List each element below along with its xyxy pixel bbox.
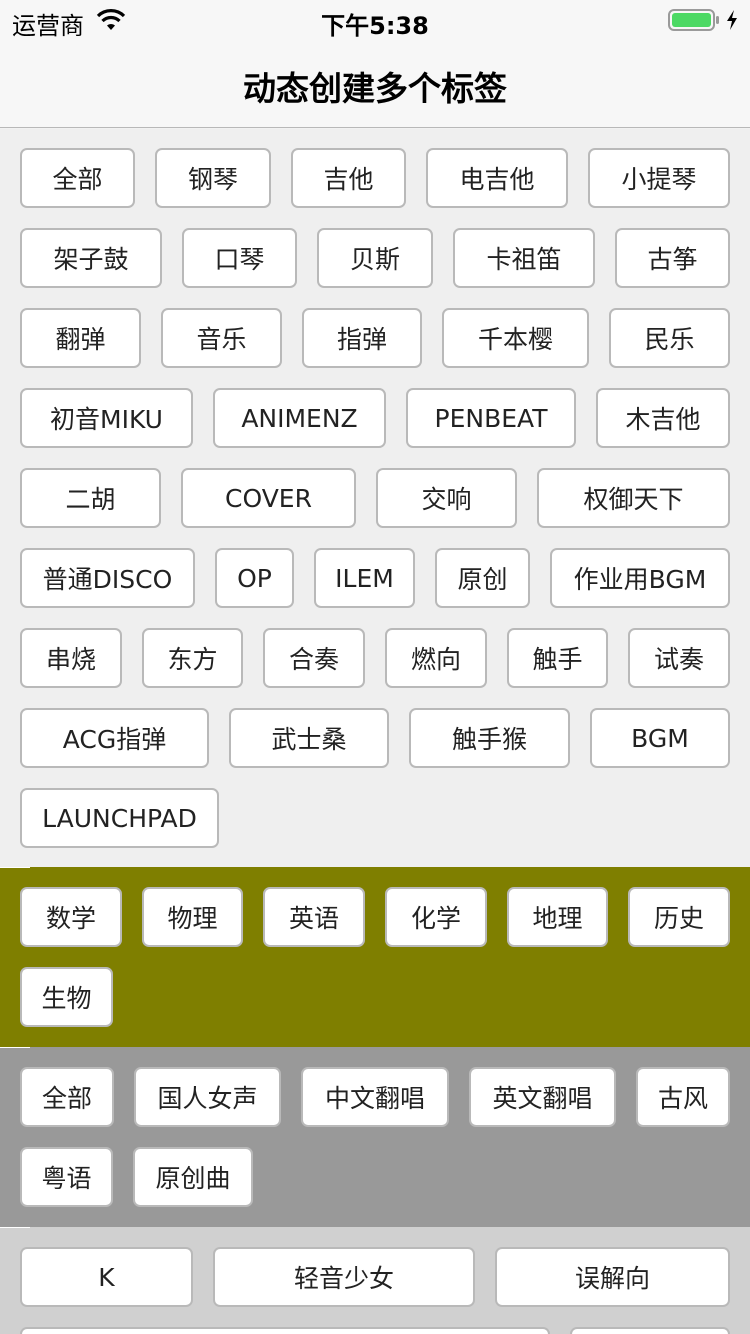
- tag-button[interactable]: 武士桑: [229, 708, 389, 768]
- tag-button[interactable]: 权御天下: [537, 468, 730, 528]
- tag-button[interactable]: K: [20, 1247, 193, 1307]
- tag-button[interactable]: 原创曲: [133, 1147, 253, 1207]
- page-title: 动态创建多个标签: [243, 69, 507, 108]
- tag-button[interactable]: 燃向: [385, 628, 487, 688]
- tag-button[interactable]: 触手猴: [409, 708, 570, 768]
- tag-button[interactable]: 触手: [507, 628, 608, 688]
- tag-button[interactable]: 轻音少女: [213, 1247, 475, 1307]
- tag-button[interactable]: 翻弹: [20, 308, 141, 368]
- status-time: 下午5:38: [321, 12, 429, 40]
- tag-button[interactable]: ACG指弹: [20, 708, 209, 768]
- tag-button[interactable]: 古风: [636, 1067, 730, 1127]
- tag-button[interactable]: 电吉他: [426, 148, 568, 208]
- tag-button[interactable]: [20, 1327, 550, 1334]
- tag-button[interactable]: 二胡: [20, 468, 161, 528]
- tag-button[interactable]: 合奏: [263, 628, 365, 688]
- navigation-bar: 动态创建多个标签: [0, 42, 750, 128]
- tag-button[interactable]: 贝斯: [317, 228, 433, 288]
- tag-button[interactable]: 初音MIKU: [20, 388, 193, 448]
- tag-section-subjects: 数学 物理 英语 化学 地理 历史 生物: [0, 867, 750, 1047]
- tag-button[interactable]: 民乐: [609, 308, 730, 368]
- section-divider: [0, 1227, 30, 1228]
- tag-button[interactable]: 串烧: [20, 628, 122, 688]
- tag-button[interactable]: 中文翻唱: [301, 1067, 449, 1127]
- tag-button[interactable]: OP: [215, 548, 294, 608]
- tag-button[interactable]: 木吉他: [596, 388, 730, 448]
- tag-button[interactable]: 粤语: [20, 1147, 113, 1207]
- tag-button[interactable]: 国人女声: [134, 1067, 281, 1127]
- status-bar: 运营商 下午5:38: [0, 0, 750, 42]
- section-divider: [0, 867, 30, 868]
- tag-button[interactable]: 东方: [142, 628, 243, 688]
- tag-button[interactable]: 架子鼓: [20, 228, 162, 288]
- tag-button[interactable]: 音乐: [161, 308, 282, 368]
- tag-button[interactable]: COVER: [181, 468, 356, 528]
- tag-button[interactable]: 原创: [435, 548, 530, 608]
- tag-button[interactable]: ILEM: [314, 548, 415, 608]
- battery-icon: [668, 9, 719, 31]
- tag-button[interactable]: 交响: [376, 468, 517, 528]
- tag-section-instruments: 全部 钢琴 吉他 电吉他 小提琴 架子鼓 口琴 贝斯 卡祖笛 古筝 翻弹 音乐 …: [0, 129, 750, 867]
- tag-button[interactable]: PENBEAT: [406, 388, 576, 448]
- tag-button[interactable]: 吉他: [291, 148, 406, 208]
- tag-button[interactable]: 生物: [20, 967, 113, 1027]
- tag-button[interactable]: 钢琴: [155, 148, 271, 208]
- tag-button[interactable]: 全部: [20, 148, 135, 208]
- tag-button[interactable]: LAUNCHPAD: [20, 788, 219, 848]
- tag-button[interactable]: 地理: [507, 887, 608, 947]
- tag-button[interactable]: 指弹: [302, 308, 422, 368]
- tag-button[interactable]: 化学: [385, 887, 487, 947]
- tag-button[interactable]: 物理: [142, 887, 243, 947]
- charging-bolt-icon: [727, 10, 737, 30]
- tag-section-anime: K 轻音少女 误解向: [0, 1227, 750, 1334]
- tag-section-vocals: 全部 国人女声 中文翻唱 英文翻唱 古风 粤语 原创曲: [0, 1047, 750, 1227]
- tag-button[interactable]: BGM: [590, 708, 730, 768]
- tag-button[interactable]: 卡祖笛: [453, 228, 595, 288]
- tag-button[interactable]: 古筝: [615, 228, 730, 288]
- tag-button[interactable]: 普通DISCO: [20, 548, 195, 608]
- tag-button[interactable]: 千本樱: [442, 308, 589, 368]
- tag-button[interactable]: 试奏: [628, 628, 730, 688]
- tag-button[interactable]: 全部: [20, 1067, 114, 1127]
- tag-button[interactable]: 历史: [628, 887, 730, 947]
- tag-button[interactable]: [570, 1327, 730, 1334]
- tag-button[interactable]: 数学: [20, 887, 122, 947]
- tag-button[interactable]: 英语: [263, 887, 365, 947]
- tag-button[interactable]: 作业用BGM: [550, 548, 730, 608]
- tag-button[interactable]: 口琴: [182, 228, 297, 288]
- section-divider: [0, 1047, 30, 1048]
- tag-button[interactable]: 英文翻唱: [469, 1067, 616, 1127]
- tag-button[interactable]: 误解向: [495, 1247, 730, 1307]
- tag-button[interactable]: ANIMENZ: [213, 388, 386, 448]
- tag-button[interactable]: 小提琴: [588, 148, 730, 208]
